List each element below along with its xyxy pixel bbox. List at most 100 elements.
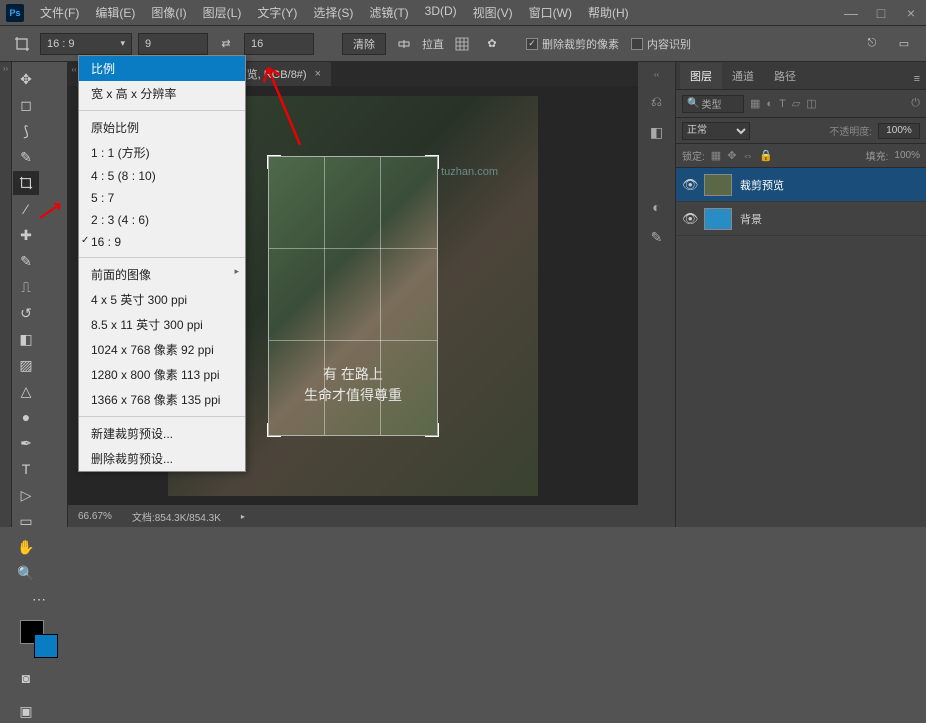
hand-tool[interactable]: ✋ bbox=[13, 535, 39, 559]
menu-item[interactable]: 文字(Y) bbox=[249, 4, 305, 21]
lock-position-icon[interactable]: ✥ bbox=[727, 149, 736, 162]
path-select-tool[interactable]: ▷ bbox=[13, 483, 39, 507]
tab-paths[interactable]: 路径 bbox=[764, 63, 806, 89]
blur-tool[interactable]: △ bbox=[13, 379, 39, 403]
menu-item[interactable]: 图层(L) bbox=[195, 4, 250, 21]
move-tool[interactable]: ✥ bbox=[13, 67, 39, 91]
menu-item[interactable]: 视图(V) bbox=[465, 4, 521, 21]
dropdown-item[interactable]: 删除裁剪预设... bbox=[79, 446, 245, 471]
gradient-tool[interactable]: ▨ bbox=[13, 353, 39, 377]
eraser-tool[interactable]: ◧ bbox=[13, 327, 39, 351]
close-tab-icon[interactable]: × bbox=[315, 68, 321, 80]
screen-mode-toggle[interactable]: ▣ bbox=[13, 699, 39, 723]
menu-item[interactable]: 编辑(E) bbox=[87, 4, 143, 21]
ratio-dropdown[interactable]: 16 : 9 ▾ bbox=[40, 33, 132, 55]
blend-mode-dropdown[interactable]: 正常 bbox=[682, 122, 750, 140]
menu-item[interactable]: 帮助(H) bbox=[580, 4, 637, 21]
layer-row-crop-preview[interactable]: 👁 裁剪预览 bbox=[676, 168, 926, 202]
crop-handle-bl[interactable] bbox=[267, 423, 281, 437]
filter-type-dropdown[interactable]: 🔍 类型 bbox=[682, 95, 744, 113]
eyedropper-tool[interactable]: ⁄ bbox=[13, 197, 39, 221]
marquee-tool[interactable]: ◻ bbox=[13, 93, 39, 117]
menu-item[interactable]: 滤镜(T) bbox=[361, 4, 416, 21]
layer-row-background[interactable]: 👁 背景 bbox=[676, 202, 926, 236]
workspace-icon[interactable]: ▭ bbox=[892, 32, 916, 56]
lock-artboard-icon[interactable]: ⇔ bbox=[742, 150, 753, 162]
close-button[interactable]: × bbox=[896, 2, 926, 24]
healing-tool[interactable]: ✚ bbox=[13, 223, 39, 247]
dropdown-item[interactable]: 比例 bbox=[79, 56, 245, 81]
filter-adjust-icon[interactable]: ◐ bbox=[766, 98, 773, 110]
zoom-tool[interactable]: 🔍 bbox=[13, 561, 39, 585]
dropdown-item[interactable]: 1366 x 768 像素 135 ppi bbox=[79, 387, 245, 412]
dropdown-item[interactable]: 5 : 7 bbox=[79, 187, 245, 209]
lasso-tool[interactable]: ⟆ bbox=[13, 119, 39, 143]
menu-item[interactable]: 图像(I) bbox=[143, 4, 194, 21]
adjustments-panel-icon[interactable]: ◐ bbox=[652, 199, 660, 215]
filter-smart-icon[interactable]: ◫ bbox=[806, 97, 816, 110]
layer-thumbnail[interactable] bbox=[704, 208, 732, 230]
opacity-value[interactable]: 100% bbox=[878, 123, 920, 139]
crop-handle-tl[interactable] bbox=[267, 155, 281, 169]
dropdown-item[interactable]: 新建裁剪预设... bbox=[79, 421, 245, 446]
layer-name[interactable]: 背景 bbox=[740, 211, 762, 227]
dropdown-item[interactable]: 1024 x 768 像素 92 ppi bbox=[79, 337, 245, 362]
lock-pixels-icon[interactable]: ▦ bbox=[711, 149, 721, 162]
dropdown-item[interactable]: 1 : 1 (方形) bbox=[79, 140, 245, 165]
crop-handle-br[interactable] bbox=[425, 423, 439, 437]
filter-type-icon[interactable]: T bbox=[779, 98, 786, 110]
filter-toggle[interactable]: ⏻ bbox=[911, 97, 920, 110]
menu-item[interactable]: 3D(D) bbox=[417, 4, 465, 21]
edit-toolbar[interactable]: ⋯ bbox=[13, 587, 65, 611]
history-brush-tool[interactable]: ↺ bbox=[13, 301, 39, 325]
tab-channels[interactable]: 通道 bbox=[722, 63, 764, 89]
filter-image-icon[interactable]: ▦ bbox=[750, 97, 760, 110]
crop-handle-tr[interactable] bbox=[425, 155, 439, 169]
dropdown-item[interactable]: 2 : 3 (4 : 6) bbox=[79, 209, 245, 231]
content-aware-checkbox[interactable]: 内容识别 bbox=[631, 36, 691, 52]
straighten-icon[interactable] bbox=[392, 32, 416, 56]
dropdown-item[interactable]: 原始比例 bbox=[79, 115, 245, 140]
menu-item[interactable]: 窗口(W) bbox=[521, 4, 580, 21]
panel-menu-icon[interactable]: ≡ bbox=[908, 69, 926, 89]
ratio-dropdown-menu[interactable]: 比例宽 x 高 x 分辨率原始比例1 : 1 (方形)4 : 5 (8 : 10… bbox=[78, 55, 246, 472]
type-tool[interactable]: T bbox=[13, 457, 39, 481]
gear-icon[interactable]: ✿ bbox=[480, 32, 504, 56]
dropdown-item[interactable]: 4 x 5 英寸 300 ppi bbox=[79, 287, 245, 312]
dropdown-item[interactable]: 宽 x 高 x 分辨率 bbox=[79, 81, 245, 106]
layer-name[interactable]: 裁剪预览 bbox=[740, 177, 784, 193]
foreground-color[interactable] bbox=[34, 634, 58, 658]
pen-tool[interactable]: ✒ bbox=[13, 431, 39, 455]
dropdown-item[interactable]: 前面的图像 bbox=[79, 262, 245, 287]
zoom-level[interactable]: 66.67% bbox=[78, 511, 112, 522]
dropdown-item[interactable]: 16 : 9 bbox=[79, 231, 245, 253]
brushes-panel-icon[interactable]: ✎ bbox=[651, 229, 663, 246]
grid-icon[interactable] bbox=[450, 32, 474, 56]
width-input[interactable]: 9 bbox=[138, 33, 208, 55]
share-icon[interactable]: ⎋ bbox=[860, 32, 884, 56]
shape-tool[interactable]: ▭ bbox=[13, 509, 39, 533]
height-input[interactable]: 16 bbox=[244, 33, 314, 55]
dropdown-item[interactable]: 1280 x 800 像素 113 ppi bbox=[79, 362, 245, 387]
dropdown-item[interactable]: 8.5 x 11 英寸 300 ppi bbox=[79, 312, 245, 337]
history-panel-icon[interactable]: ⎌ bbox=[651, 93, 662, 110]
menu-item[interactable]: 选择(S) bbox=[305, 4, 361, 21]
crop-tool[interactable] bbox=[13, 171, 39, 195]
tab-layers[interactable]: 图层 bbox=[680, 63, 722, 89]
brush-tool[interactable]: ✎ bbox=[13, 249, 39, 273]
visibility-icon[interactable]: 👁 bbox=[682, 177, 696, 193]
quick-select-tool[interactable]: ✎ bbox=[13, 145, 39, 169]
filter-shape-icon[interactable]: ▱ bbox=[792, 97, 800, 110]
lock-all-icon[interactable]: 🔒 bbox=[759, 149, 773, 162]
visibility-icon[interactable]: 👁 bbox=[682, 211, 696, 227]
minimize-button[interactable]: — bbox=[836, 2, 866, 24]
dodge-tool[interactable]: ● bbox=[13, 405, 39, 429]
clear-button[interactable]: 清除 bbox=[342, 33, 386, 55]
expand-strip-left[interactable]: ›› bbox=[0, 62, 12, 527]
dropdown-item[interactable]: 4 : 5 (8 : 10) bbox=[79, 165, 245, 187]
properties-panel-icon[interactable]: ◧ bbox=[650, 124, 663, 141]
doc-size[interactable]: 文档:854.3K/854.3K bbox=[132, 509, 221, 524]
swap-icon[interactable]: ⇄ bbox=[214, 32, 238, 56]
quick-mask-toggle[interactable]: ◙ bbox=[13, 666, 39, 690]
layer-thumbnail[interactable] bbox=[704, 174, 732, 196]
